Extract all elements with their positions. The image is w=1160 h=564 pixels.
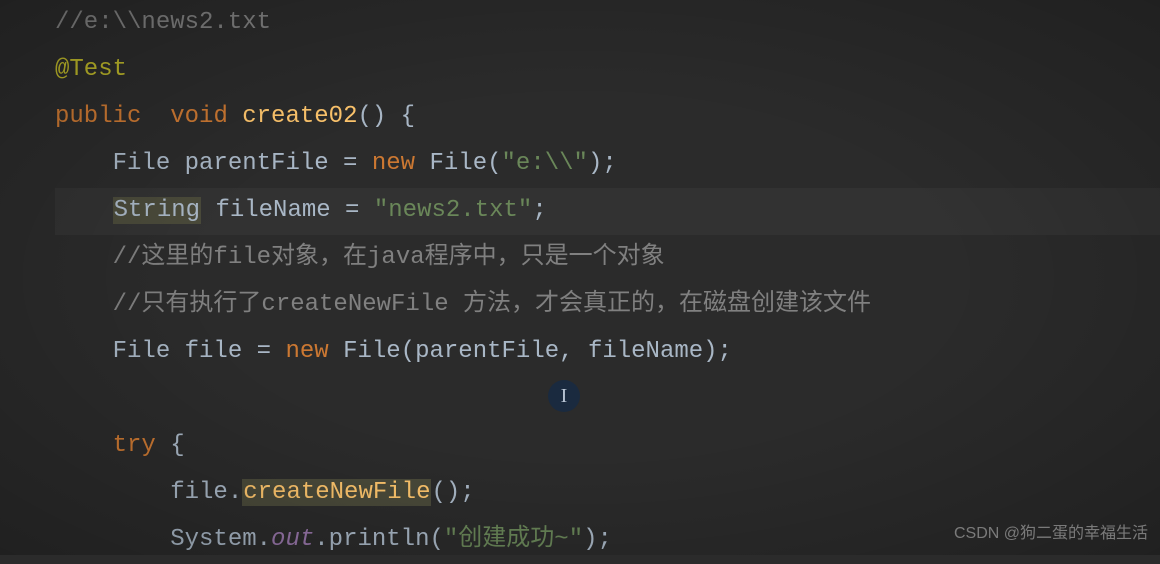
code-editor[interactable]: //e:\\news2.txt @Test public void create… [0,0,1160,564]
semicolon: (); [431,479,474,506]
constructor: File( [415,150,501,177]
code-line-empty[interactable] [55,376,1160,423]
static-field: out [271,526,314,553]
brace: { [386,103,415,130]
code-line[interactable]: @Test [55,47,1160,94]
watermark: CSDN @狗二蛋的幸福生活 [954,518,1148,549]
parentheses: () [357,103,386,130]
semicolon: ); [583,526,612,553]
equals: = [329,150,372,177]
keyword-public: public [55,103,141,130]
comment: //这里的file对象，在java程序中，只是一个对象 [113,244,665,271]
type: File [113,150,171,177]
string-literal: "e:\\" [502,150,588,177]
keyword-new: new [372,150,415,177]
method-call: .println( [314,526,444,553]
comma: , [559,338,588,365]
code-line[interactable]: //只有执行了createNewFile 方法，才会真正的，在磁盘创建该文件 [55,282,1160,329]
code-line[interactable]: try { [55,423,1160,470]
semicolon: ); [703,338,732,365]
variable: fileName [215,197,330,224]
code-line[interactable]: file.createNewFile(); [55,470,1160,517]
code-line[interactable]: File parentFile = new File("e:\\"); [55,141,1160,188]
string-literal: "news2.txt" [374,197,532,224]
string-literal: "创建成功~" [444,526,583,553]
code-line[interactable]: //这里的file对象，在java程序中，只是一个对象 [55,235,1160,282]
argument: fileName [588,338,703,365]
cursor-icon: I [561,377,568,416]
class-ref: System. [170,526,271,553]
semicolon: ); [588,150,617,177]
code-line[interactable]: public void create02() { [55,94,1160,141]
variable: file [185,338,243,365]
type: File [113,338,171,365]
brace: { [156,432,185,459]
code-line[interactable]: File file = new File(parentFile, fileNam… [55,329,1160,376]
equals: = [331,197,374,224]
code-line-highlighted[interactable]: String fileName = "news2.txt"; [55,188,1160,235]
variable: parentFile [185,150,329,177]
type: String [113,197,201,224]
semicolon: ; [532,197,546,224]
comment: //只有执行了createNewFile 方法，才会真正的，在磁盘创建该文件 [113,291,871,318]
constructor: File( [329,338,415,365]
equals: = [242,338,285,365]
keyword-void: void [170,103,228,130]
argument: parentFile [415,338,559,365]
method-call: createNewFile [242,479,431,506]
annotation: @Test [55,56,127,83]
object-ref: file. [170,479,242,506]
keyword-try: try [113,432,156,459]
code-line[interactable]: //e:\\news2.txt [55,0,1160,47]
keyword-new: new [285,338,328,365]
text-cursor-indicator: I [548,380,580,412]
comment: //e:\\news2.txt [55,9,271,36]
method-name: create02 [242,103,357,130]
